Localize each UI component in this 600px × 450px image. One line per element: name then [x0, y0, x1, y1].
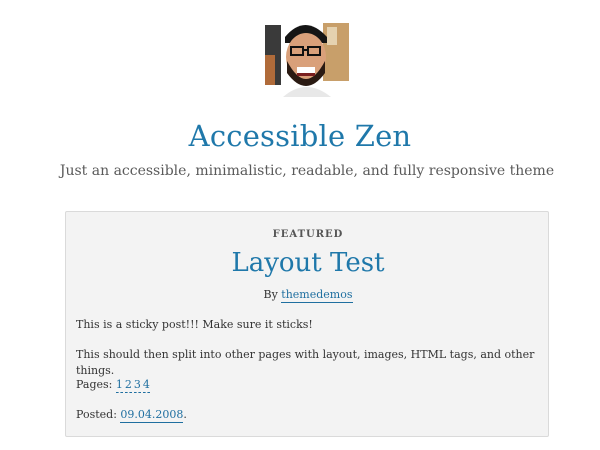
- site-description: Just an accessible, minimalistic, readab…: [59, 163, 555, 179]
- post-paragraph-2: This should then split into other pages …: [76, 348, 535, 377]
- featured-label: FEATURED: [272, 229, 344, 240]
- byline-prefix: By: [263, 288, 278, 301]
- avatar-image: [265, 15, 349, 97]
- posted-label: Posted:: [76, 408, 117, 421]
- site-title[interactable]: Accessible Zen: [0, 116, 600, 156]
- page-link-4[interactable]: 4: [142, 378, 150, 393]
- page-link-3[interactable]: 3: [133, 378, 141, 393]
- pages-label: Pages:: [76, 378, 113, 391]
- post-paragraph-1: This is a sticky post!!! Make sure it st…: [76, 318, 313, 331]
- post-title[interactable]: Layout Test: [66, 244, 550, 282]
- page-link-1[interactable]: 1: [115, 378, 123, 393]
- author-link[interactable]: themedemos: [281, 288, 353, 303]
- site-avatar[interactable]: [265, 15, 349, 97]
- post-byline: By themedemos: [66, 288, 550, 303]
- post-date: Posted: 09.04.2008.: [76, 407, 536, 423]
- post-pagination: Pages: 1234: [76, 377, 536, 393]
- featured-post: FEATURED Layout Test By themedemos This …: [65, 211, 549, 437]
- posted-suffix: .: [183, 408, 187, 421]
- posted-date-link[interactable]: 09.04.2008: [120, 408, 184, 423]
- page-link-2[interactable]: 2: [124, 378, 132, 393]
- page: Accessible Zen Just an accessible, minim…: [0, 0, 600, 450]
